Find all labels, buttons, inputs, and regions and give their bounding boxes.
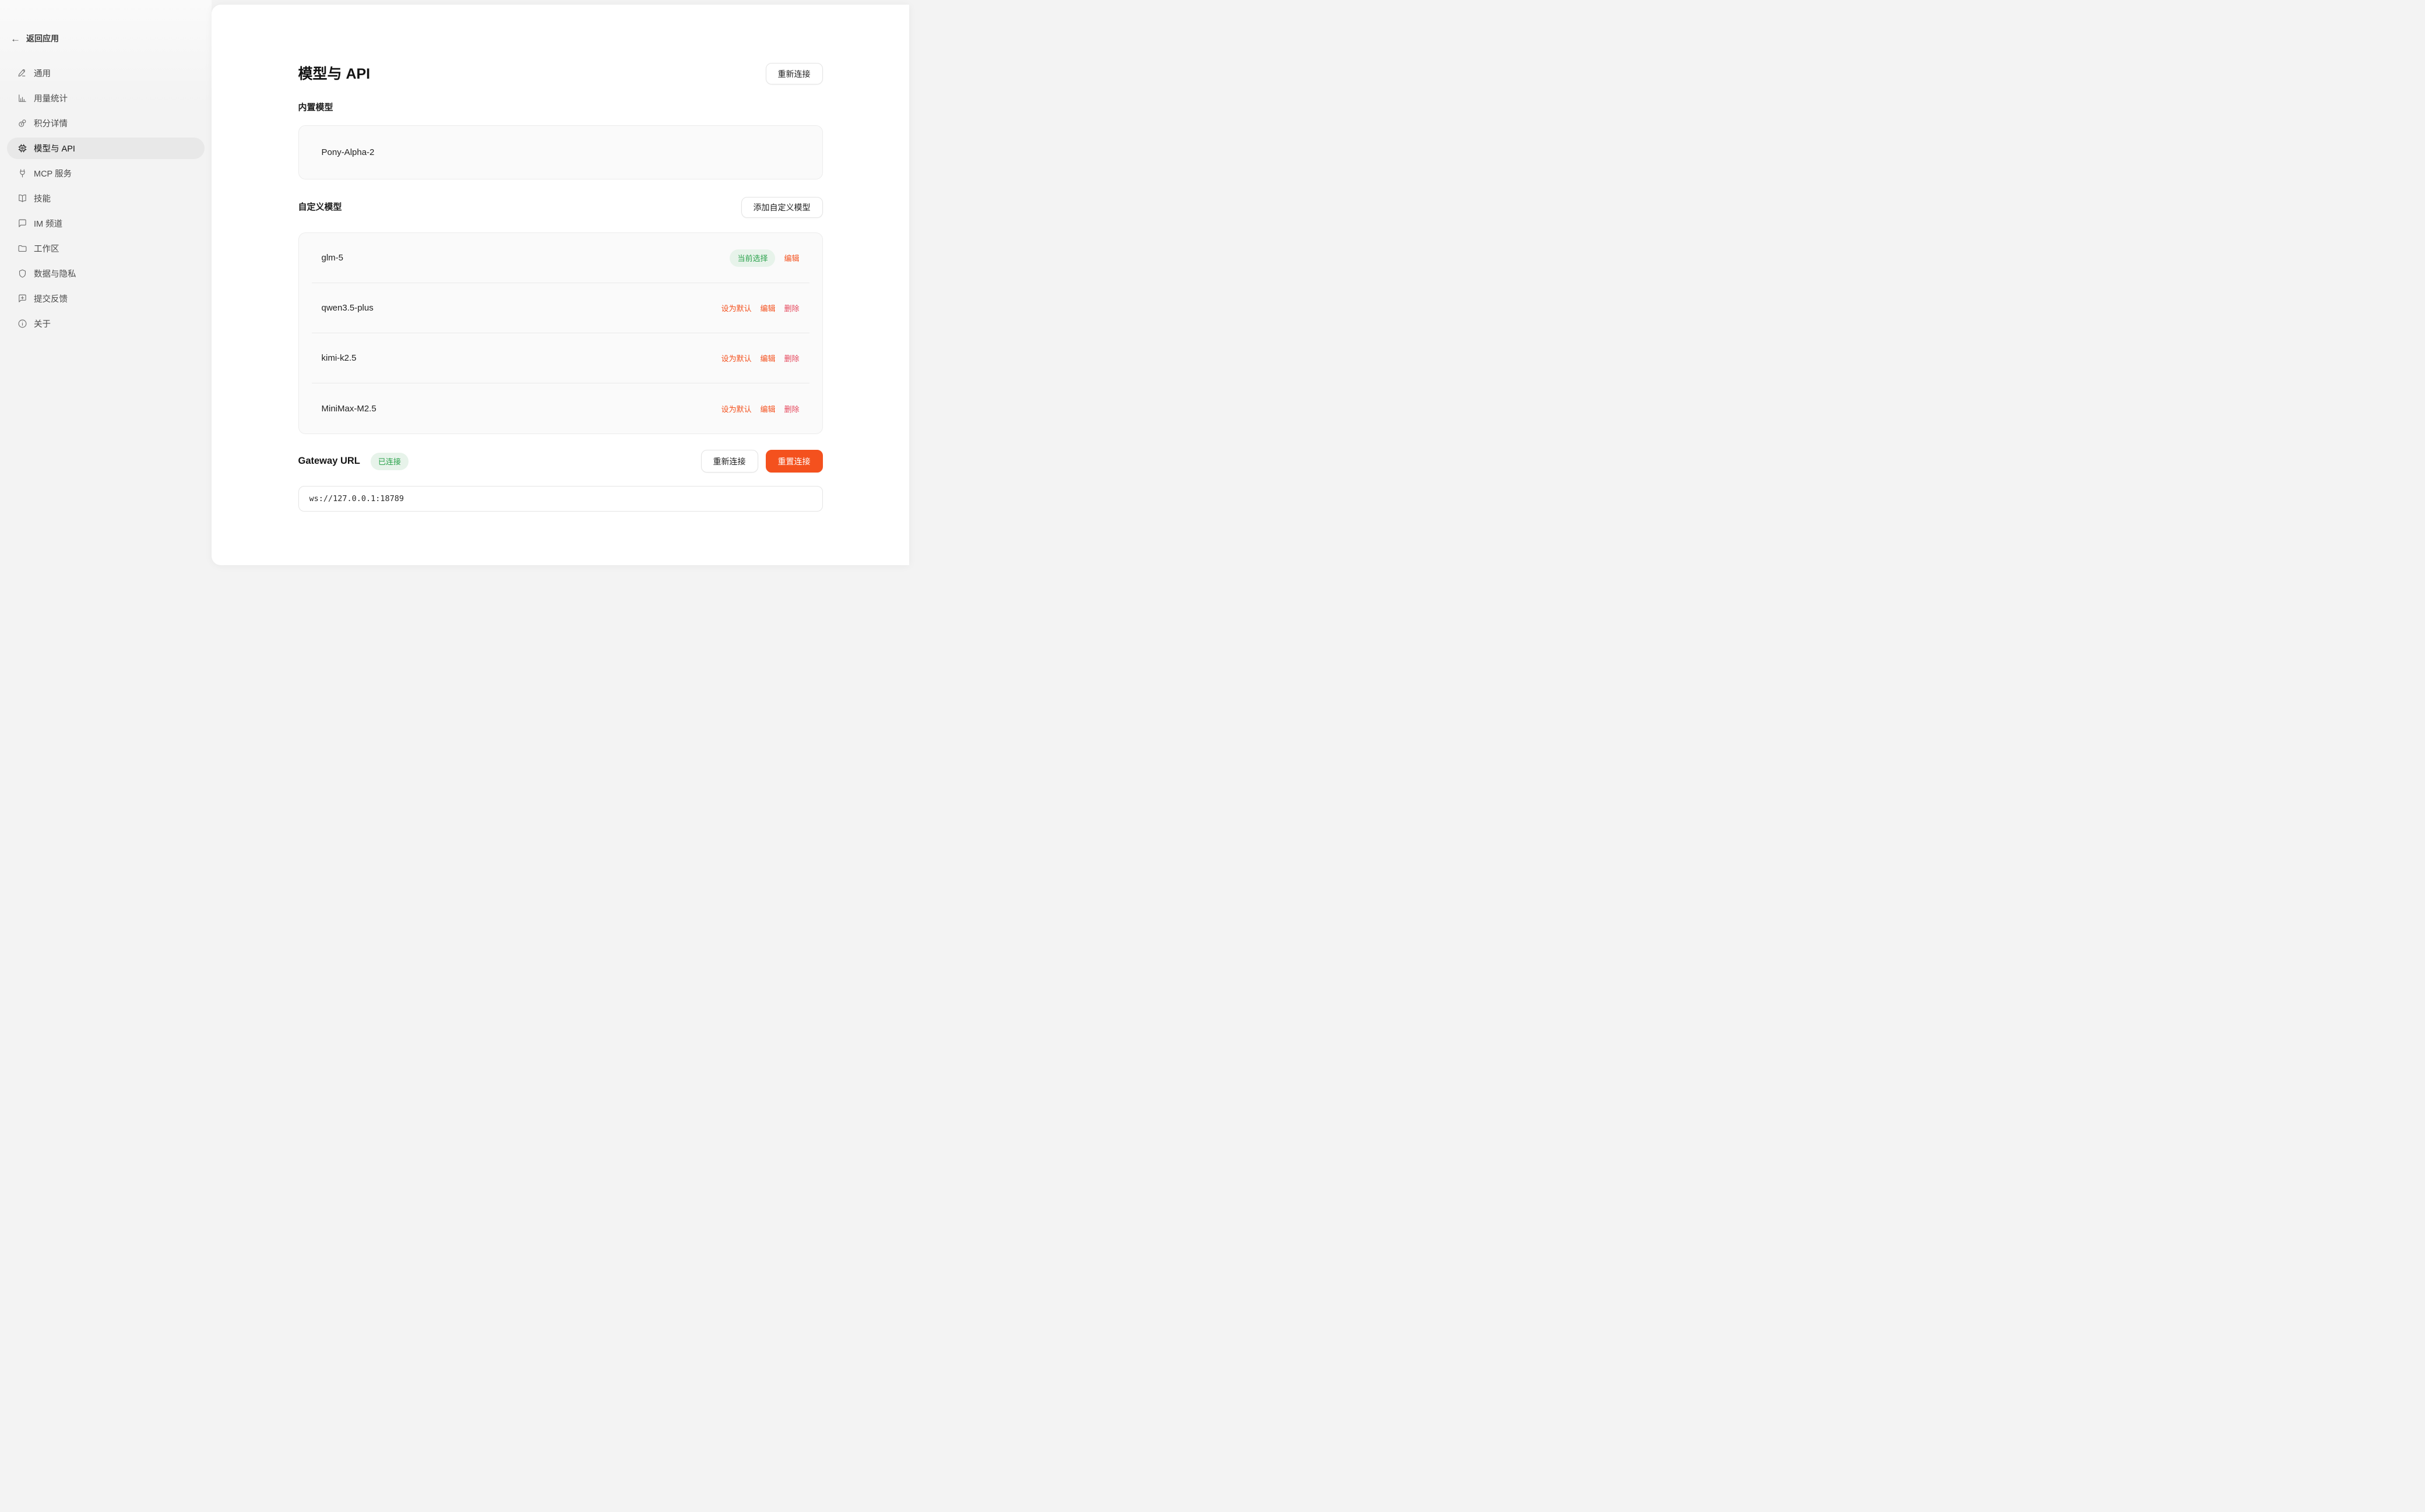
sidebar-item-general[interactable]: 通用 [7, 62, 205, 84]
sidebar-item-feedback[interactable]: 提交反馈 [7, 288, 205, 309]
edit-link[interactable]: 编辑 [784, 252, 799, 263]
sidebar-item-skills[interactable]: 技能 [7, 188, 205, 209]
feedback-icon [17, 294, 27, 304]
folder-icon [17, 244, 27, 253]
sidebar: ← 返回应用 通用 用量统计 积分详情 模型与 API [0, 0, 212, 567]
back-to-app-button[interactable]: ← 返回应用 [0, 33, 212, 44]
delete-link[interactable]: 删除 [784, 302, 799, 313]
bar-chart-icon [17, 93, 27, 103]
sidebar-item-im-channels[interactable]: IM 频道 [7, 213, 205, 234]
chat-icon [17, 218, 27, 228]
sidebar-item-usage-stats[interactable]: 用量统计 [7, 87, 205, 109]
builtin-model-card: Pony-Alpha-2 [298, 125, 823, 179]
model-row: qwen3.5-plus 设为默认 编辑 删除 [312, 283, 809, 333]
add-custom-model-button[interactable]: 添加自定义模型 [741, 197, 823, 218]
model-row: MiniMax-M2.5 设为默认 编辑 删除 [312, 383, 809, 433]
model-name: qwen3.5-plus [322, 303, 374, 313]
sidebar-item-label: IM 频道 [34, 217, 62, 230]
delete-link[interactable]: 删除 [784, 403, 799, 414]
sidebar-item-mcp-services[interactable]: MCP 服务 [7, 163, 205, 184]
sidebar-nav: 通用 用量统计 积分详情 模型与 API MCP 服务 [0, 61, 212, 336]
set-default-link[interactable]: 设为默认 [721, 302, 751, 313]
connected-status-badge: 已连接 [371, 453, 409, 470]
current-selection-badge: 当前选择 [730, 249, 775, 267]
sidebar-item-label: 积分详情 [34, 117, 68, 129]
builtin-models-label: 内置模型 [298, 102, 823, 114]
edit-link[interactable]: 编辑 [760, 353, 775, 364]
builtin-model-name: Pony-Alpha-2 [322, 147, 375, 157]
sidebar-item-label: 数据与隐私 [34, 267, 76, 280]
back-arrow-icon: ← [10, 34, 20, 44]
custom-models-label: 自定义模型 [298, 202, 342, 213]
model-name: glm-5 [322, 253, 344, 263]
coins-icon [17, 118, 27, 128]
reconnect-button-top[interactable]: 重新连接 [766, 63, 823, 84]
reconnect-button[interactable]: 重新连接 [701, 450, 758, 473]
delete-link[interactable]: 删除 [784, 353, 799, 364]
plug-icon [17, 168, 27, 178]
settings-panel: 模型与 API 重新连接 内置模型 Pony-Alpha-2 自定义模型 添加自… [212, 5, 909, 565]
gateway-url-label: Gateway URL [298, 456, 360, 467]
reset-connection-button[interactable]: 重置连接 [766, 450, 823, 473]
sidebar-item-data-privacy[interactable]: 数据与隐私 [7, 263, 205, 284]
custom-models-card: glm-5 当前选择 编辑 qwen3.5-plus 设为默认 编辑 删除 ki… [298, 232, 823, 434]
sidebar-item-credits[interactable]: 积分详情 [7, 112, 205, 134]
chip-icon [17, 143, 27, 153]
pencil-icon [17, 68, 27, 78]
edit-link[interactable]: 编辑 [760, 302, 775, 313]
sidebar-item-label: 工作区 [34, 242, 59, 255]
sidebar-item-about[interactable]: 关于 [7, 313, 205, 334]
sidebar-item-models-api[interactable]: 模型与 API [7, 138, 205, 159]
set-default-link[interactable]: 设为默认 [721, 403, 751, 414]
edit-link[interactable]: 编辑 [760, 403, 775, 414]
sidebar-item-label: 技能 [34, 192, 51, 205]
sidebar-item-label: 用量统计 [34, 92, 68, 104]
info-icon [17, 319, 27, 329]
sidebar-item-label: MCP 服务 [34, 167, 72, 179]
model-name: MiniMax-M2.5 [322, 404, 376, 414]
book-icon [17, 193, 27, 203]
page-title: 模型与 API [298, 64, 371, 84]
back-label: 返回应用 [26, 33, 59, 44]
shield-icon [17, 269, 27, 279]
model-row: glm-5 当前选择 编辑 [312, 233, 809, 283]
sidebar-item-label: 模型与 API [34, 142, 75, 154]
set-default-link[interactable]: 设为默认 [721, 353, 751, 364]
model-row: kimi-k2.5 设为默认 编辑 删除 [312, 333, 809, 383]
model-name: kimi-k2.5 [322, 353, 357, 363]
sidebar-item-workspace[interactable]: 工作区 [7, 238, 205, 259]
gateway-url-input[interactable] [298, 486, 823, 512]
sidebar-item-label: 通用 [34, 67, 51, 79]
sidebar-item-label: 关于 [34, 318, 51, 330]
sidebar-item-label: 提交反馈 [34, 292, 68, 305]
